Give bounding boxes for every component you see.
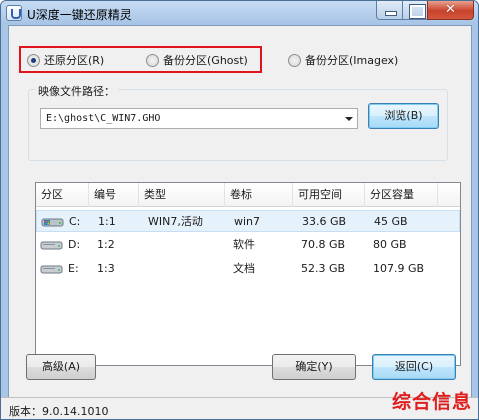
cell-free-space: 70.8 GB <box>301 238 346 251</box>
radio-restore-partition[interactable]: 还原分区(R) <box>27 52 104 68</box>
app-icon <box>6 5 22 21</box>
cell-capacity: 45 GB <box>374 215 408 228</box>
minimize-button[interactable] <box>376 1 403 20</box>
browse-button[interactable]: 浏览(B) <box>368 103 439 129</box>
cell-number: 1:2 <box>97 238 115 251</box>
advanced-button[interactable]: 高级(A) <box>26 354 96 380</box>
column-header[interactable]: 分区 <box>36 183 89 207</box>
system-drive-icon <box>41 218 64 227</box>
ok-button[interactable]: 确定(Y) <box>272 354 356 380</box>
close-button[interactable]: ✕ <box>427 1 474 20</box>
cell-capacity: 107.9 GB <box>373 262 425 275</box>
main-panel: 还原分区(R) 备份分区(Ghost) 备份分区(Imagex) 映像文件路径：… <box>8 25 472 414</box>
cell-label: 软件 <box>233 238 255 251</box>
radio-backup-imagex[interactable]: 备份分区(Imagex) <box>288 52 398 68</box>
radio-button[interactable] <box>288 53 301 67</box>
back-button[interactable]: 返回(C) <box>372 354 456 380</box>
watermark-text: 综合信息 <box>391 391 472 413</box>
table-header: 分区 编号 类型 卷标 可用空间 分区容量 <box>36 183 460 207</box>
radio-button[interactable] <box>146 53 159 67</box>
column-header[interactable]: 编号 <box>89 183 139 207</box>
column-header[interactable]: 卷标 <box>225 183 293 207</box>
radio-label: 备份分区(Imagex) <box>305 54 399 67</box>
cell-type: WIN7,活动 <box>148 215 203 228</box>
cell-label: 文档 <box>233 262 255 275</box>
cell-free-space: 33.6 GB <box>302 215 347 228</box>
image-path-label: 映像文件路径： <box>35 83 118 99</box>
cell-number: 1:3 <box>97 262 115 275</box>
cell-type <box>142 234 147 256</box>
cell-drive: C: <box>69 215 81 228</box>
radio-label: 备份分区(Ghost) <box>163 54 248 67</box>
maximize-button[interactable] <box>402 1 428 20</box>
table-row[interactable]: E: 1:3 文档 52.3 GB 107.9 GB <box>36 258 460 280</box>
partition-table: 分区 编号 类型 卷标 可用空间 分区容量 C: 1:1 WIN7,活动 win… <box>35 182 461 366</box>
cell-capacity: 80 GB <box>373 238 407 251</box>
cell-drive: E: <box>68 262 79 275</box>
table-row[interactable]: C: 1:1 WIN7,活动 win7 33.6 GB 45 GB <box>36 210 460 232</box>
column-header[interactable]: 类型 <box>139 183 225 207</box>
radio-label: 还原分区(R) <box>44 54 105 67</box>
radio-backup-ghost[interactable]: 备份分区(Ghost) <box>146 52 248 68</box>
hard-drive-icon <box>40 241 63 250</box>
window-title: U深度一键还原精灵 <box>27 8 132 22</box>
app-window: U深度一键还原精灵 ✕ 还原分区(R) 备份分区(Ghost) 备份分区(Ima… <box>0 0 479 420</box>
close-icon: ✕ <box>445 2 456 17</box>
cell-number: 1:1 <box>98 215 116 228</box>
cell-label: win7 <box>234 215 261 228</box>
cell-type <box>142 258 147 280</box>
title-bar[interactable]: U深度一键还原精灵 ✕ <box>1 1 478 25</box>
version-text: 版本：9.0.14.1010 <box>9 405 109 418</box>
hard-drive-icon <box>40 265 63 274</box>
radio-button[interactable] <box>27 53 40 67</box>
image-path-value: E:\ghost\C_WIN7.GHO <box>46 113 161 124</box>
table-row[interactable]: D: 1:2 软件 70.8 GB 80 GB <box>36 234 460 256</box>
image-path-combobox[interactable]: E:\ghost\C_WIN7.GHO <box>40 108 358 129</box>
chevron-down-icon[interactable] <box>345 117 353 121</box>
column-header[interactable]: 分区容量 <box>365 183 438 207</box>
column-header[interactable]: 可用空间 <box>293 183 365 207</box>
cell-drive: D: <box>68 238 81 251</box>
cell-free-space: 52.3 GB <box>301 262 346 275</box>
